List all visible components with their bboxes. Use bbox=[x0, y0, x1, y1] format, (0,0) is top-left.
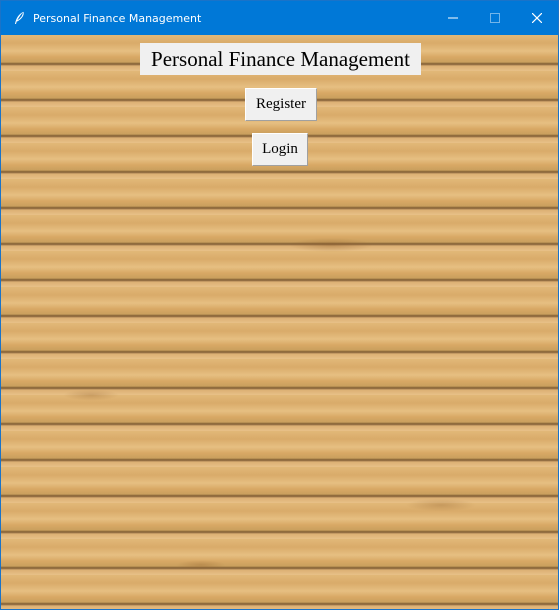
close-button[interactable] bbox=[516, 1, 558, 35]
window-title: Personal Finance Management bbox=[33, 11, 202, 25]
window-controls bbox=[432, 1, 558, 35]
register-button[interactable]: Register bbox=[245, 88, 317, 121]
login-button[interactable]: Login bbox=[252, 133, 308, 166]
maximize-button[interactable] bbox=[474, 1, 516, 35]
maximize-icon bbox=[490, 13, 500, 23]
close-icon bbox=[532, 13, 542, 23]
wood-background: Personal Finance Management Register Log… bbox=[1, 35, 558, 609]
minimize-icon bbox=[448, 17, 458, 19]
minimize-button[interactable] bbox=[432, 1, 474, 35]
feather-icon bbox=[11, 10, 27, 26]
title-bar[interactable]: Personal Finance Management bbox=[1, 1, 558, 35]
app-window: Personal Finance Management Personal Fin… bbox=[0, 0, 559, 610]
page-title: Personal Finance Management bbox=[140, 43, 421, 75]
